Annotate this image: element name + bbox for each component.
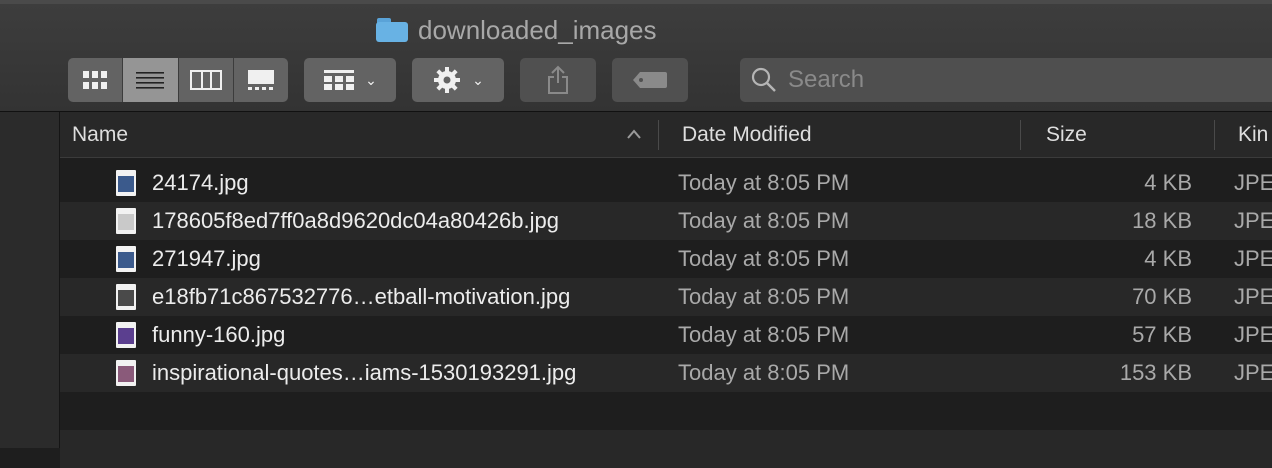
file-size: 70 KB bbox=[1132, 284, 1192, 309]
search-input[interactable] bbox=[786, 65, 1210, 95]
search-field[interactable] bbox=[740, 58, 1272, 102]
sidebar bbox=[0, 112, 60, 448]
jpeg-file-icon bbox=[116, 170, 136, 196]
group-icon bbox=[324, 70, 355, 90]
file-name: funny-160.jpg bbox=[152, 322, 286, 347]
file-name: 178605f8ed7ff0a8d9620dc04a80426b.jpg bbox=[152, 208, 559, 233]
file-name: e18fb71c867532776…etball-motivation.jpg bbox=[152, 284, 571, 309]
empty-row bbox=[60, 392, 1272, 430]
table-row[interactable]: e18fb71c867532776…etball-motivation.jpg … bbox=[60, 278, 1272, 316]
group-by-button[interactable]: ⌄ bbox=[304, 58, 396, 102]
table-row[interactable]: 271947.jpg Today at 8:05 PM 4 KB JPE bbox=[60, 240, 1272, 278]
search-icon bbox=[751, 67, 776, 92]
column-header-kind[interactable]: Kin bbox=[1238, 112, 1268, 158]
file-rows: 24174.jpg Today at 8:05 PM 4 KB JPE 1786… bbox=[60, 164, 1272, 468]
file-kind: JPE bbox=[1234, 360, 1272, 385]
tag-icon bbox=[633, 72, 667, 88]
window-toolbar: downloaded_images ⌄ ⌄ Search bbox=[0, 0, 1272, 112]
action-menu-button[interactable]: ⌄ bbox=[412, 58, 504, 102]
column-divider[interactable] bbox=[1020, 120, 1021, 150]
column-divider[interactable] bbox=[658, 120, 659, 150]
jpeg-file-icon bbox=[116, 360, 136, 386]
column-divider[interactable] bbox=[1214, 120, 1215, 150]
file-date: Today at 8:05 PM bbox=[678, 322, 850, 347]
file-kind: JPE bbox=[1234, 246, 1272, 271]
jpeg-file-icon bbox=[116, 208, 136, 234]
grid-icon bbox=[83, 71, 108, 89]
column-header-name[interactable]: Name bbox=[72, 112, 128, 158]
file-size: 4 KB bbox=[1144, 170, 1192, 195]
empty-row bbox=[60, 430, 1272, 468]
column-header-kind-label: Kin bbox=[1238, 123, 1269, 146]
jpeg-file-icon bbox=[116, 284, 136, 310]
icon-view-button[interactable] bbox=[68, 58, 124, 102]
file-size: 4 KB bbox=[1144, 246, 1192, 271]
column-header-name-label: Name bbox=[72, 123, 129, 146]
file-list: Name Date Modified Size Kin 24174.jpg To… bbox=[60, 112, 1272, 468]
share-icon bbox=[548, 65, 568, 94]
file-name: inspirational-quotes…iams-1530193291.jpg bbox=[152, 360, 577, 385]
jpeg-file-icon bbox=[116, 246, 136, 272]
folder-icon bbox=[376, 17, 410, 43]
file-size: 57 KB bbox=[1132, 322, 1192, 347]
file-name: 24174.jpg bbox=[152, 170, 249, 195]
window-title-area: downloaded_images bbox=[376, 12, 657, 48]
share-button[interactable] bbox=[520, 58, 596, 102]
chevron-down-icon: ⌄ bbox=[365, 71, 377, 88]
file-kind: JPE bbox=[1234, 284, 1272, 309]
file-date: Today at 8:05 PM bbox=[678, 208, 850, 233]
table-row[interactable]: funny-160.jpg Today at 8:05 PM 57 KB JPE bbox=[60, 316, 1272, 354]
gallery-icon bbox=[247, 70, 274, 90]
table-row[interactable]: 24174.jpg Today at 8:05 PM 4 KB JPE bbox=[60, 164, 1272, 202]
file-kind: JPE bbox=[1234, 208, 1272, 233]
gallery-view-button[interactable] bbox=[234, 58, 288, 102]
column-header-row: Name Date Modified Size Kin bbox=[60, 112, 1272, 158]
file-date: Today at 8:05 PM bbox=[678, 360, 850, 385]
column-view-button[interactable] bbox=[179, 58, 234, 102]
tags-button[interactable] bbox=[612, 58, 688, 102]
file-date: Today at 8:05 PM bbox=[678, 170, 850, 195]
file-date: Today at 8:05 PM bbox=[678, 284, 850, 309]
gear-icon bbox=[434, 67, 461, 93]
jpeg-file-icon bbox=[116, 322, 136, 348]
column-header-size[interactable]: Size bbox=[1046, 112, 1087, 158]
list-view-button[interactable] bbox=[123, 58, 179, 102]
sort-ascending-icon[interactable] bbox=[626, 122, 642, 146]
file-size: 18 KB bbox=[1132, 208, 1192, 233]
window-title: downloaded_images bbox=[418, 14, 657, 45]
columns-icon bbox=[189, 70, 222, 90]
file-name: 271947.jpg bbox=[152, 246, 261, 271]
file-kind: JPE bbox=[1234, 322, 1272, 347]
file-kind: JPE bbox=[1234, 170, 1272, 195]
file-date: Today at 8:05 PM bbox=[678, 246, 850, 271]
list-icon bbox=[136, 72, 165, 89]
column-header-size-label: Size bbox=[1046, 123, 1087, 146]
file-size: 153 KB bbox=[1119, 360, 1192, 385]
view-mode-segmented-control[interactable] bbox=[68, 58, 288, 102]
table-row[interactable]: inspirational-quotes…iams-1530193291.jpg… bbox=[60, 354, 1272, 392]
table-row[interactable]: 178605f8ed7ff0a8d9620dc04a80426b.jpg Tod… bbox=[60, 202, 1272, 240]
column-header-date-label: Date Modified bbox=[682, 123, 812, 146]
column-header-date[interactable]: Date Modified bbox=[682, 112, 812, 158]
chevron-down-icon: ⌄ bbox=[472, 71, 484, 88]
